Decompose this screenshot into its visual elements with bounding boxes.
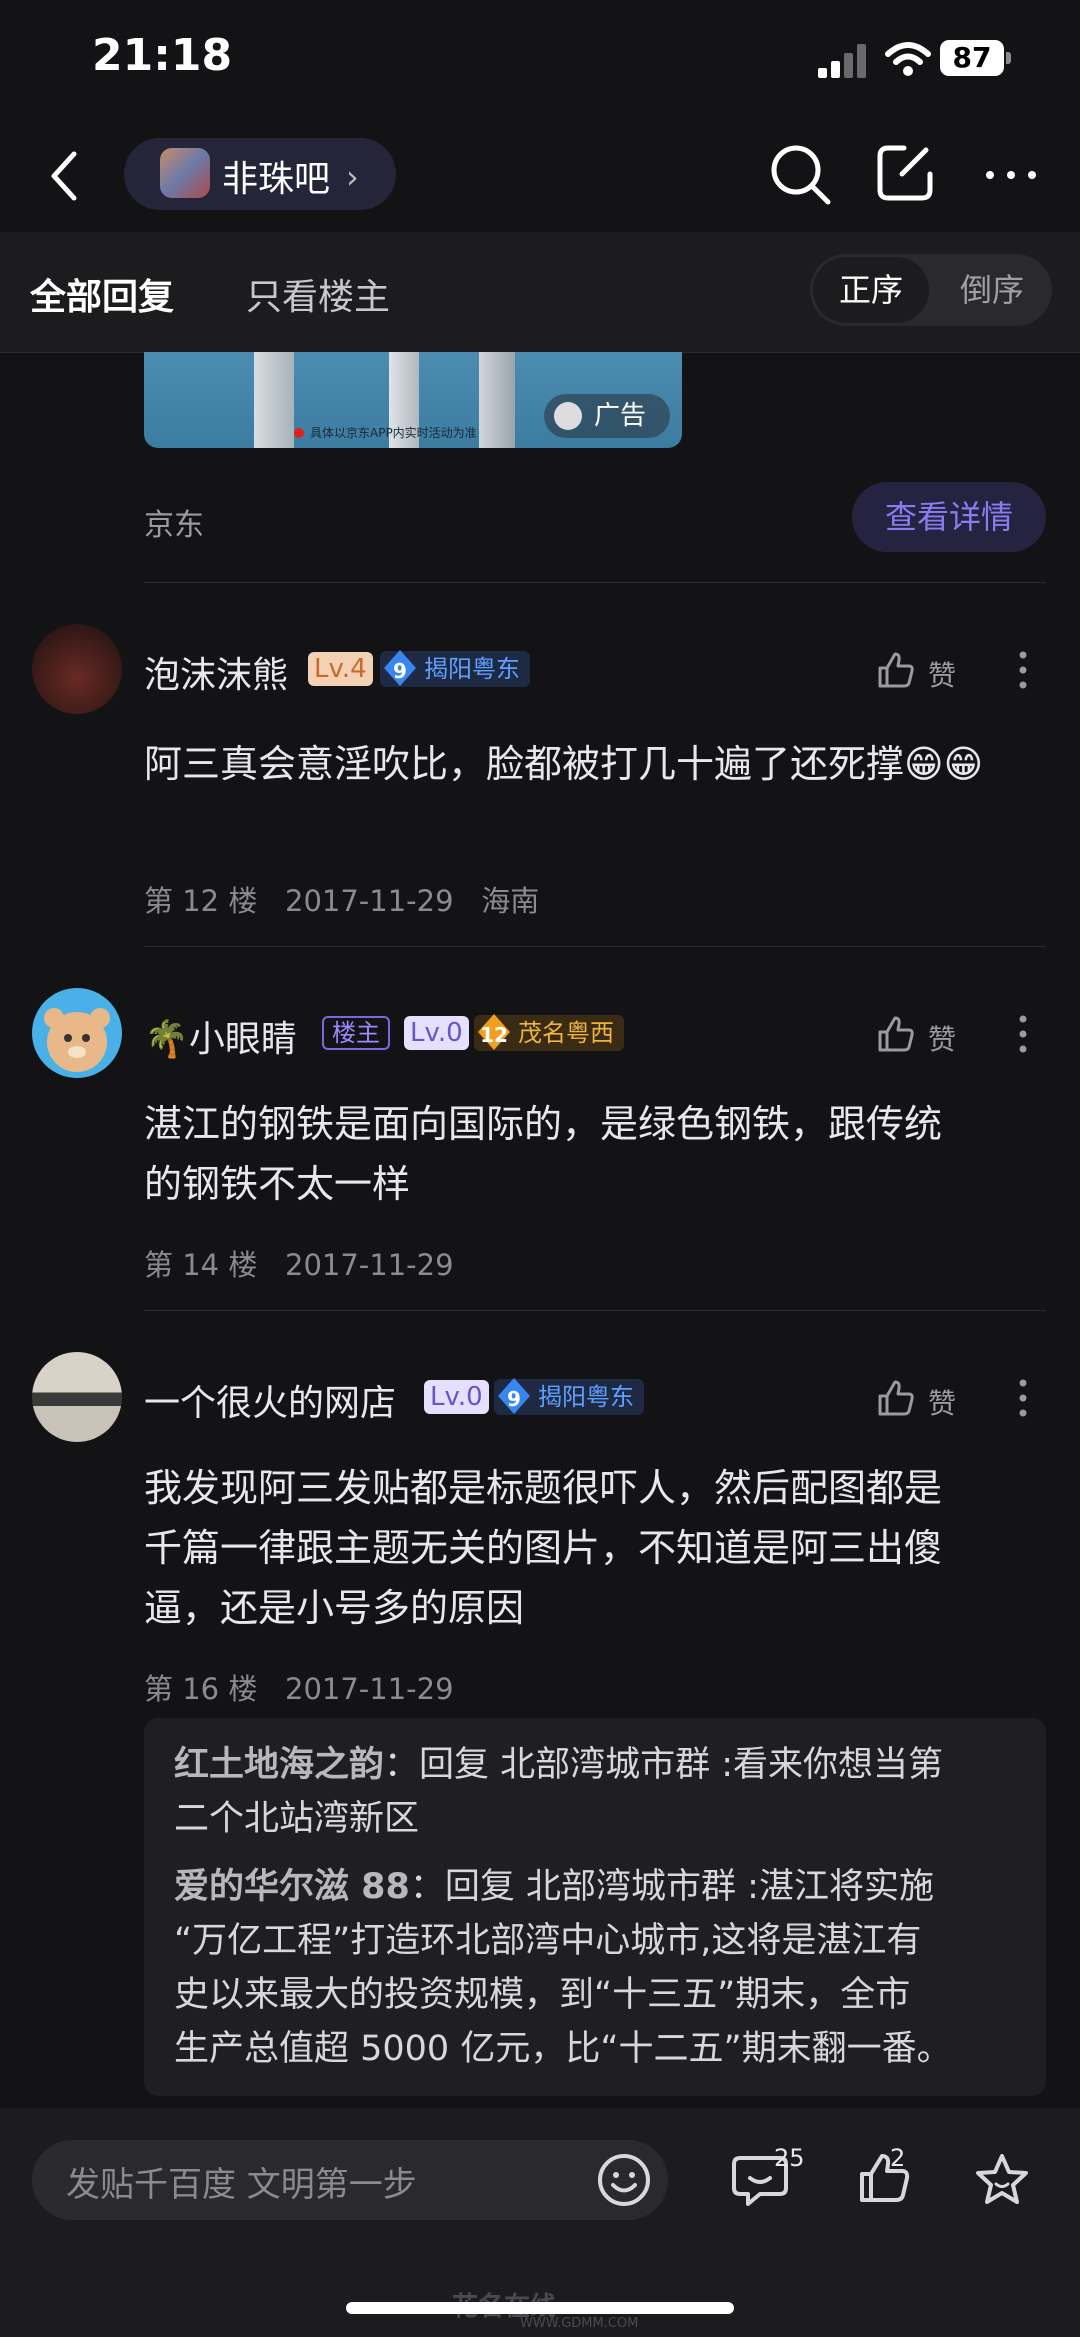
thumbs-up-icon[interactable] [876,1378,916,1418]
place-level: 12 [480,1023,508,1047]
level-badge: Lv.0 [404,1016,469,1050]
content-line: 的钢铁不太一样 [144,1162,411,1206]
like-label[interactable]: 赞 [928,1018,956,1058]
comment-count: 25 [774,2144,805,2172]
sort-ascending-button[interactable]: 正序 [813,257,929,323]
post-date: 2017-11-29 [285,1248,454,1282]
emoji-icon[interactable] [596,2152,652,2208]
place-level: 9 [393,659,407,683]
back-icon[interactable] [46,148,82,204]
forum-name[interactable]: 非珠吧 [222,150,330,202]
thumbs-up-icon[interactable] [876,1014,916,1054]
post-content: 湛江的钢铁是面向国际的，是绿色钢铁，跟传统 的钢铁不太一样 [144,1094,1044,1214]
more-vertical-icon[interactable] [1018,1014,1028,1054]
sort-descending-button[interactable]: 倒序 [934,257,1050,323]
signal-icon [818,44,866,78]
place-name: 揭阳粤东 [538,1383,634,1411]
reply-text: 二个北站湾新区 [174,1799,420,1839]
place-name: 茂名粤西 [518,1019,614,1047]
reply-text: ：回复 北部湾城市群 :看来你想当第 [384,1745,944,1785]
avatar[interactable] [32,1352,122,1442]
reply-text: 生产总值超 5000 亿元，比“十二五”期末翻一番。 [174,2029,952,2069]
avatar[interactable] [32,988,122,1078]
reply-author[interactable]: 红土地海之韵 [174,1745,384,1785]
post-date: 2017-11-29 [285,1672,454,1706]
search-icon[interactable] [768,142,834,208]
like-label[interactable]: 赞 [928,1382,956,1422]
post-location: 海南 [481,884,540,918]
post-content: 阿三真会意淫吹比，脸都被打几十遍了还死撑😁😁 [144,742,984,786]
thumbs-up-icon[interactable] [876,650,916,690]
divider [144,582,1046,583]
level-badge: Lv.4 [308,652,373,686]
place-name: 揭阳粤东 [424,655,520,683]
view-details-button[interactable]: 查看详情 [852,482,1046,552]
post-meta: 第 12 楼 2017-11-29 海南 [144,878,539,920]
reply-author[interactable]: 爱的华尔滋 88 [174,1867,410,1907]
username[interactable]: 🌴小眼睛 [144,1010,297,1062]
divider [144,946,1046,947]
place-badge: 9 揭阳粤东 [494,1378,644,1415]
like-count: 2 [890,2144,906,2172]
place-badge: 9 揭阳粤东 [380,650,530,687]
edit-icon[interactable] [874,142,936,204]
content-line: 湛江的钢铁是面向国际的，是绿色钢铁，跟传统 [144,1102,943,1146]
post-content: 我发现阿三发贴都是标题很吓人，然后配图都是 千篇一律跟主题无关的图片，不知道是阿… [144,1458,1044,1638]
battery-level: 87 [940,40,1004,76]
home-indicator[interactable] [346,2302,734,2314]
content-line: 我发现阿三发贴都是标题很吓人，然后配图都是 [144,1466,943,1510]
divider [144,1310,1046,1311]
chevron-right-icon: › [346,158,359,196]
reply-text: 史以来最大的投资规模，到“十三五”期末，全市 [174,1975,911,2015]
sub-reply[interactable]: 红土地海之韵：回复 北部湾城市群 :看来你想当第 二个北站湾新区 [174,1738,1034,1846]
post-meta: 第 16 楼 2017-11-29 [144,1666,454,1708]
tab-all-replies[interactable]: 全部回复 [30,268,174,320]
sub-reply[interactable]: 爱的华尔滋 88：回复 北部湾城市群 :湛江将实施 “万亿工程”打造环北部湾中心… [174,1860,1034,2076]
host-badge: 楼主 [322,1016,390,1050]
forum-avatar [160,148,210,198]
avatar[interactable] [32,624,122,714]
more-vertical-icon[interactable] [1018,650,1028,690]
content-line: 逼，还是小号多的原因 [144,1586,525,1630]
username[interactable]: 泡沫沫熊 [144,646,288,698]
watermark-url: WWW.GDMM.COM [520,2316,639,2331]
like-label[interactable]: 赞 [928,654,956,694]
place-level: 9 [507,1387,521,1411]
battery-icon: 87 [940,40,1014,78]
tab-op-only[interactable]: 只看楼主 [246,268,390,320]
content-line: 千篇一律跟主题无关的图片，不知道是阿三出傻 [144,1526,943,1570]
floor-number: 第 16 楼 [144,1672,258,1706]
post-meta: 第 14 楼 2017-11-29 [144,1242,454,1284]
ad-source: 京东 [144,508,204,543]
post-date: 2017-11-29 [285,884,454,918]
level-badge: Lv.0 [424,1380,489,1414]
wifi-icon [885,42,931,76]
reply-text: “万亿工程”打造环北部湾中心城市,这将是湛江有 [174,1921,922,1961]
ad-icon [554,402,582,430]
ad-badge: 广告 [544,394,670,438]
reply-input-placeholder[interactable]: 发贴千百度 文明第一步 [66,2157,417,2206]
place-badge: 12 茂名粤西 [474,1014,624,1051]
status-time: 21:18 [92,30,233,81]
ad-badge-label: 广告 [594,401,647,431]
more-vertical-icon[interactable] [1018,1378,1028,1418]
reply-text: ：回复 北部湾城市群 :湛江将实施 [409,1867,934,1907]
username[interactable]: 一个很火的网店 [144,1374,396,1426]
floor-number: 第 14 楼 [144,1248,258,1282]
ad-note: 具体以京东APP内实时活动为准 [310,426,477,440]
more-icon[interactable] [984,160,1038,190]
star-icon[interactable] [972,2150,1032,2210]
floor-number: 第 12 楼 [144,884,258,918]
ad-image[interactable]: 具体以京东APP内实时活动为准 广告 [144,352,682,448]
